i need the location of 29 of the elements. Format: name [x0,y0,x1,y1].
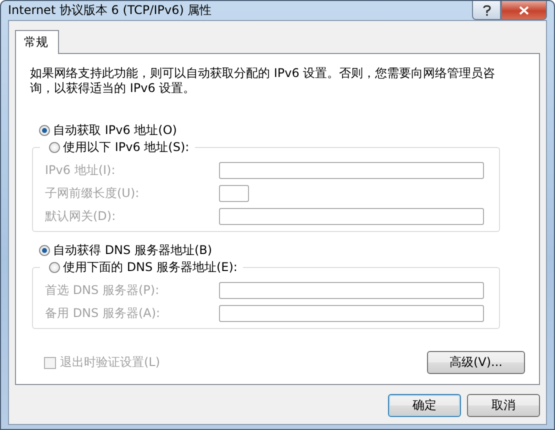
checkbox-label: 退出时验证设置(L) [60,354,160,371]
advanced-button[interactable]: 高级(V)... [427,351,525,374]
radio-button[interactable] [39,245,50,256]
input-field[interactable] [219,282,484,299]
help-icon [482,4,490,16]
ok-button[interactable]: 确定 [388,394,461,417]
field-label: 默认网关(D): [45,208,117,225]
radio-label: 使用下面的 DNS 服务器地址(E): [63,259,238,276]
tab[interactable]: 常规 [15,30,59,54]
field-label: 首选 DNS 服务器(P): [45,282,160,299]
field-label: 子网前缀长度(U): [45,185,140,202]
close-button[interactable] [501,1,547,20]
window-title: Internet 协议版本 6 (TCP/IPv6) 属性 [8,2,212,19]
input-field[interactable] [219,208,484,225]
radio-button[interactable] [49,142,60,153]
close-icon [519,6,529,14]
cancel-button[interactable]: 取消 [467,394,540,417]
radio-button[interactable] [39,125,50,136]
input-field[interactable] [219,185,249,202]
input-field[interactable] [219,162,484,179]
radio-label: 自动获得 DNS 服务器地址(B) [53,242,212,259]
description-text: 如果网络支持此功能，则可以自动获取分配的 IPv6 设置。否则，您需要向网络管理员咨询，以获得适当的 IPv6 设置。 [30,66,496,96]
radio-label: 使用以下 IPv6 地址(S): [63,139,190,156]
field-label: IPv6 地址(I): [45,162,116,179]
input-field[interactable] [219,305,484,322]
radio-label: 自动获取 IPv6 地址(O) [53,122,177,139]
radio-button[interactable] [49,262,60,273]
help-button[interactable] [472,1,501,20]
field-label: 备用 DNS 服务器(A): [45,305,162,322]
